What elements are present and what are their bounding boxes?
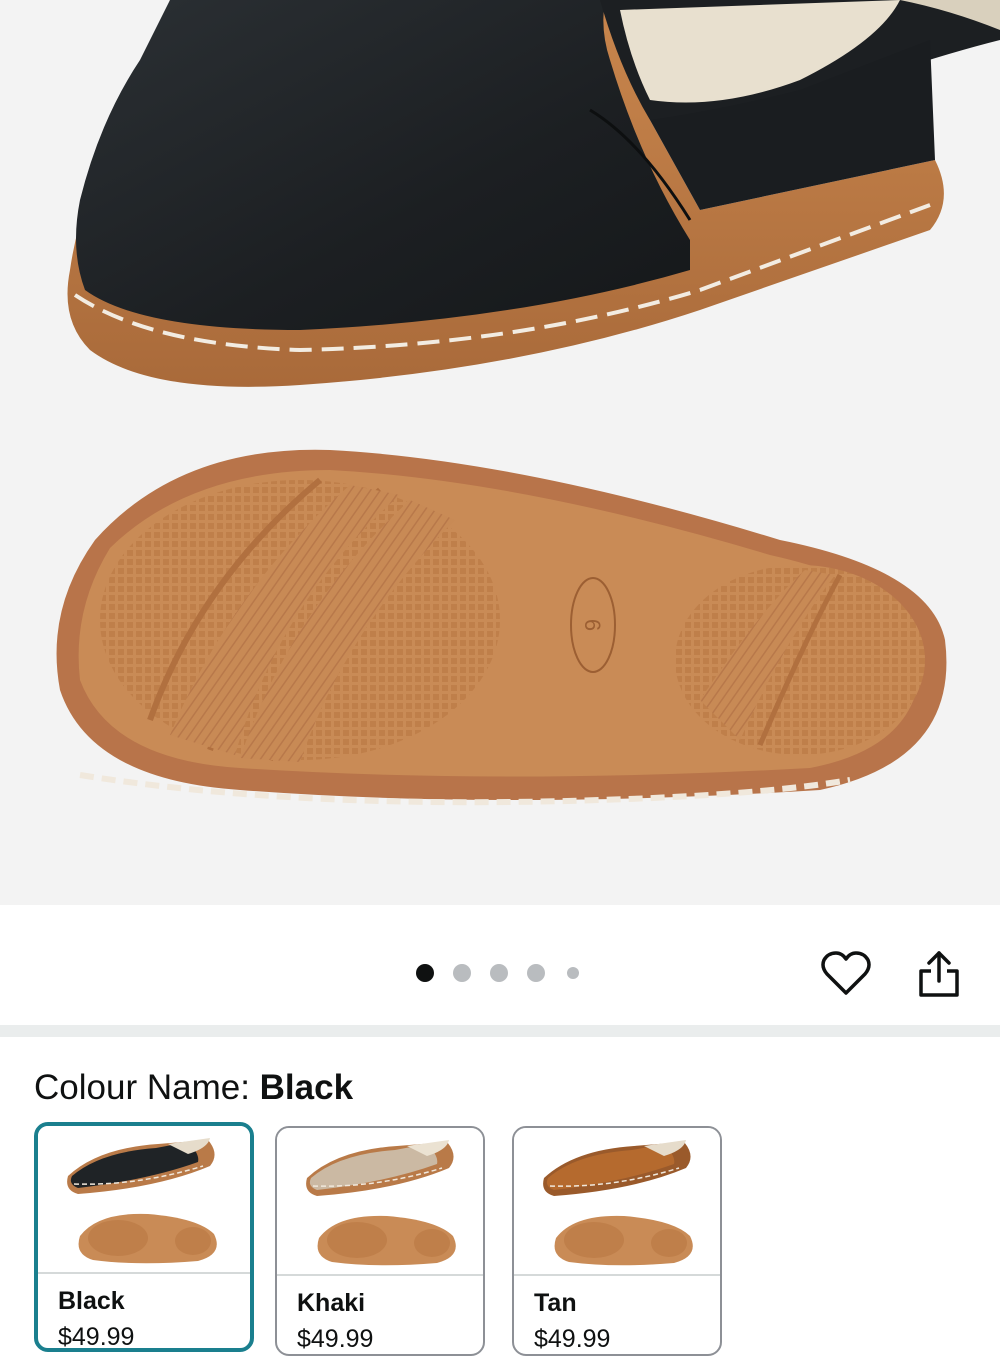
- pagination-dot-5[interactable]: [567, 967, 579, 979]
- swatch-divider: [514, 1274, 720, 1276]
- heart-outline-icon: [821, 951, 871, 995]
- swatch-price: $49.99: [58, 1323, 135, 1351]
- share-button[interactable]: [911, 946, 967, 1002]
- share-icon: [919, 951, 959, 997]
- swatch-name: Tan: [534, 1289, 577, 1317]
- product-image: 6: [56, 0, 1000, 806]
- swatch-price: $49.99: [534, 1325, 611, 1353]
- selected-colour-value: Black: [259, 1068, 354, 1107]
- pagination-dot-3[interactable]: [490, 964, 508, 982]
- swatch-divider: [38, 1272, 250, 1274]
- colour-swatch-khaki[interactable]: Khaki $49.99: [275, 1126, 485, 1356]
- swatch-name: Black: [58, 1287, 125, 1315]
- pagination-dot-1[interactable]: [416, 964, 434, 982]
- swatch-thumbnail: [514, 1128, 720, 1273]
- colour-swatch-black[interactable]: Black $49.99: [34, 1122, 254, 1352]
- wishlist-button[interactable]: [818, 946, 874, 1002]
- colour-name-heading: Colour Name: Black: [34, 1068, 353, 1108]
- product-image-gallery[interactable]: 6: [0, 0, 1000, 905]
- colour-swatch-tan[interactable]: Tan $49.99: [512, 1126, 722, 1356]
- pagination-dot-2[interactable]: [453, 964, 471, 982]
- sole-size-mark: 6: [580, 619, 605, 631]
- pagination-dot-4[interactable]: [527, 964, 545, 982]
- swatch-divider: [277, 1274, 483, 1276]
- section-divider: [0, 1025, 1000, 1037]
- colour-name-label: Colour Name:: [34, 1068, 250, 1107]
- swatch-thumbnail: [38, 1126, 250, 1271]
- swatch-thumbnail: [277, 1128, 483, 1273]
- swatch-name: Khaki: [297, 1289, 366, 1317]
- swatch-price: $49.99: [297, 1325, 374, 1353]
